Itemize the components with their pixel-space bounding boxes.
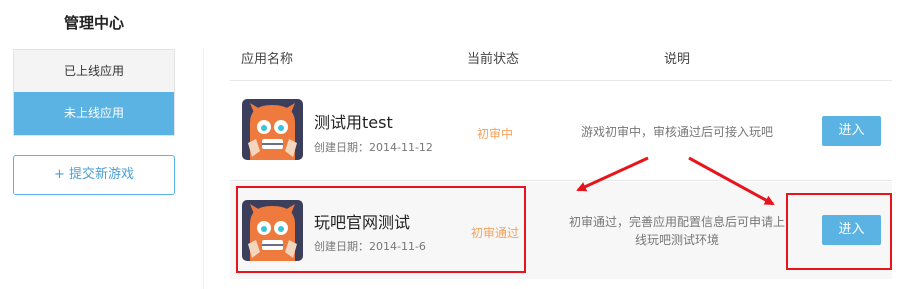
app-avatar-icon — [242, 99, 303, 160]
header-app-name: 应用名称 — [241, 52, 294, 67]
plus-icon: + — [54, 167, 65, 182]
sidebar-item-offline-apps[interactable]: 未上线应用 — [14, 92, 174, 135]
submit-new-game-label: 提交新游戏 — [68, 167, 134, 182]
sidebar-title: 管理中心 — [63, 14, 124, 32]
app-created-date: 创建日期：2014-11-12 — [314, 141, 433, 154]
annotation-box-app — [236, 186, 526, 273]
header-description: 说明 — [664, 52, 691, 67]
app-name: 测试用test — [314, 113, 393, 132]
status-description: 游戏初审中，审核通过后可接入玩吧 — [580, 125, 773, 139]
header-status: 当前状态 — [467, 52, 520, 67]
sidebar-menu: 已上线应用 未上线应用 — [13, 49, 175, 136]
status-badge: 初审中 — [476, 127, 513, 141]
table-row: 测试用test 创建日期：2014-11-12 初审中 游戏初审中，审核通过后可… — [230, 81, 892, 181]
submit-new-game-button[interactable]: + 提交新游戏 — [13, 155, 175, 195]
status-description: 初审通过，完善应用配置信息后可申请上线玩吧测试环境 — [568, 215, 785, 247]
vertical-divider — [203, 48, 204, 289]
enter-button[interactable]: 进入 — [822, 116, 881, 146]
sidebar-item-online-apps[interactable]: 已上线应用 — [14, 50, 174, 92]
annotation-box-button — [786, 193, 892, 270]
